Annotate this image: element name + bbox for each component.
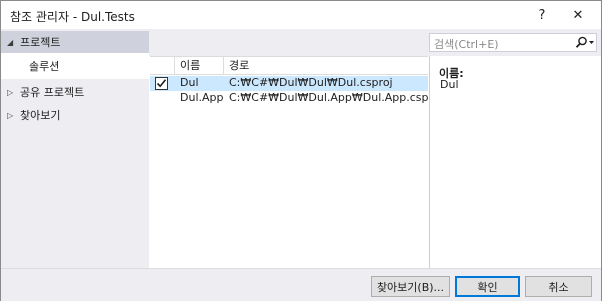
checkmark-icon xyxy=(156,79,167,88)
search-placeholder: 검색(Ctrl+E) xyxy=(434,38,499,51)
reference-grid: 이름 경로 Dul C:₩C#₩Dul₩Dul₩Dul.csproj Dul.A… xyxy=(150,56,443,268)
ok-button[interactable]: 확인 xyxy=(455,276,520,297)
details-name-value: Dul xyxy=(440,78,459,91)
reference-checkbox[interactable] xyxy=(155,77,168,90)
sidebar-item-browse[interactable]: ▷ 찾아보기 xyxy=(1,104,149,126)
cell-path: C:₩C#₩Dul₩Dul.App₩Dul.App.csproj xyxy=(229,91,443,104)
search-input[interactable]: 검색(Ctrl+E) xyxy=(429,33,597,52)
sidebar-item-label: 공유 프로젝트 xyxy=(20,86,85,99)
cell-name: Dul xyxy=(180,76,199,89)
cell-path: C:₩C#₩Dul₩Dul₩Dul.csproj xyxy=(229,76,393,89)
dialog-title: 참조 관리자 - Dul.Tests xyxy=(10,10,135,24)
sidebar-item-label: 찾아보기 xyxy=(20,109,61,122)
column-header-check[interactable] xyxy=(150,57,175,75)
close-button[interactable]: ✕ xyxy=(555,1,601,29)
expanded-triangle-icon[interactable]: ◢ xyxy=(7,38,13,47)
title-bar: 참조 관리자 - Dul.Tests ? ✕ xyxy=(1,1,601,29)
column-header-path[interactable]: 경로 xyxy=(224,57,428,75)
cell-name: Dul.App xyxy=(180,91,224,104)
sidebar-item-projects[interactable]: ◢ 프로젝트 xyxy=(1,31,149,53)
collapsed-triangle-icon[interactable]: ▷ xyxy=(7,111,13,120)
table-row[interactable]: Dul.App C:₩C#₩Dul₩Dul.App₩Dul.App.csproj xyxy=(150,91,443,106)
sidebar-item-label: 솔루션 xyxy=(29,60,60,73)
sidebar-item-label: 프로젝트 xyxy=(20,36,61,49)
button-bar: 찾아보기(B)... 확인 취소 xyxy=(1,268,601,301)
sidebar-item-shared-projects[interactable]: ▷ 공유 프로젝트 xyxy=(1,81,149,103)
browse-button[interactable]: 찾아보기(B)... xyxy=(371,276,450,297)
column-header-name[interactable]: 이름 xyxy=(175,57,224,75)
close-icon: ✕ xyxy=(572,7,584,23)
table-row[interactable]: Dul C:₩C#₩Dul₩Dul₩Dul.csproj xyxy=(150,76,428,91)
search-bar-area: 검색(Ctrl+E) xyxy=(149,29,601,56)
collapsed-triangle-icon[interactable]: ▷ xyxy=(7,88,13,97)
details-panel: 이름: Dul xyxy=(429,56,601,268)
sidebar: ◢ 프로젝트 솔루션 ▷ 공유 프로젝트 ▷ 찾아보기 xyxy=(1,29,149,268)
cancel-button[interactable]: 취소 xyxy=(525,276,592,297)
search-icon[interactable] xyxy=(574,35,596,51)
grid-header: 이름 경로 xyxy=(150,57,428,75)
sidebar-item-solution[interactable]: 솔루션 xyxy=(1,53,149,79)
reference-manager-dialog: 참조 관리자 - Dul.Tests ? ✕ ◢ 프로젝트 솔루션 ▷ 공유 프… xyxy=(0,0,602,301)
